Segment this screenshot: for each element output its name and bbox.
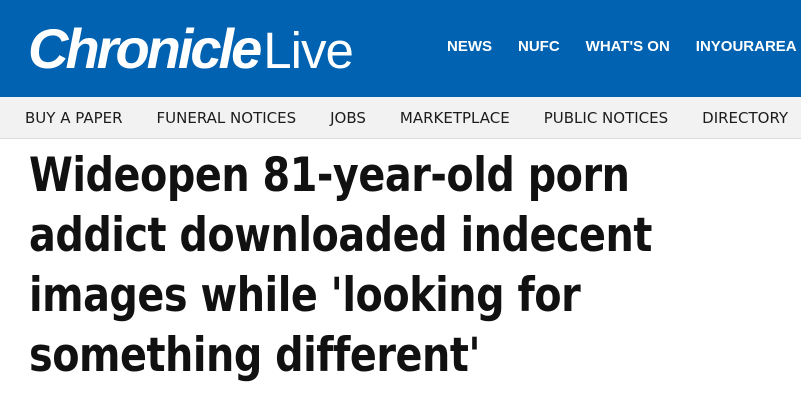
subnav-item-funeral-notices[interactable]: FUNERAL NOTICES — [157, 108, 297, 128]
site-logo[interactable]: Chronicle Live — [28, 17, 354, 80]
logo-wordmark-chronicle: Chronicle — [28, 17, 262, 80]
nav-item-whats-on[interactable]: WHAT'S ON — [586, 37, 670, 57]
nav-item-news[interactable]: NEWS — [447, 37, 492, 57]
nav-item-nufc[interactable]: NUFC — [518, 37, 560, 57]
subnav-item-buy-a-paper[interactable]: BUY A PAPER — [25, 108, 123, 128]
subnav-item-marketplace[interactable]: MARKETPLACE — [400, 108, 510, 128]
subnav-item-jobs[interactable]: JOBS — [330, 108, 366, 128]
nav-item-inyourarea[interactable]: INYOURAREA — [696, 37, 797, 57]
page: Chronicle Live NEWS NUFC WHAT'S ON INYOU… — [0, 0, 801, 402]
secondary-nav-list: BUY A PAPER FUNERAL NOTICES JOBS MARKETP… — [25, 108, 801, 128]
subnav-item-directory[interactable]: DIRECTORY — [702, 108, 788, 128]
subnav-item-public-notices[interactable]: PUBLIC NOTICES — [544, 108, 668, 128]
article-headline: Wideopen 81-year-old porn addict downloa… — [29, 148, 652, 383]
logo-wordmark-live: Live — [263, 22, 354, 79]
secondary-nav: BUY A PAPER FUNERAL NOTICES JOBS MARKETP… — [0, 97, 801, 139]
primary-nav: NEWS NUFC WHAT'S ON INYOURAREA — [447, 37, 801, 57]
masthead: Chronicle Live NEWS NUFC WHAT'S ON INYOU… — [0, 0, 801, 97]
